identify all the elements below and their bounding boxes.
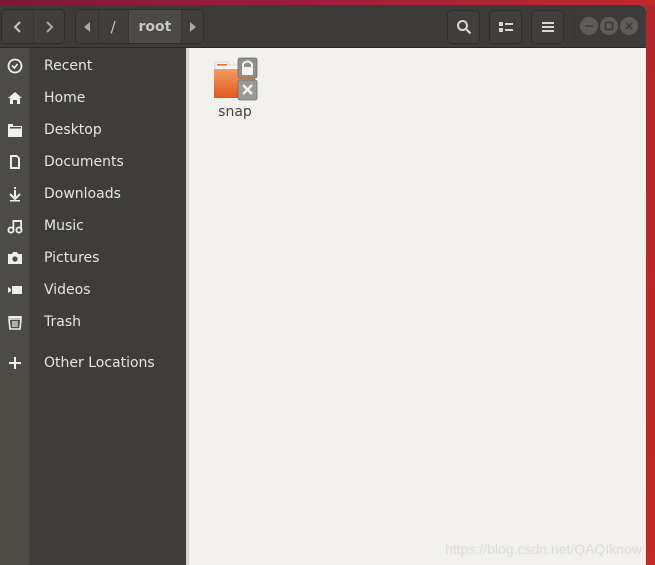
sidebar-item-pictures[interactable]: Pictures [0,242,188,274]
sidebar-item-home[interactable]: Home [0,82,188,114]
sidebar-item-label: Pictures [44,250,100,266]
sidebar-item-label: Documents [44,154,124,170]
list-view-icon [498,22,513,32]
chevron-left-icon [13,20,21,33]
headerbar-separator [574,13,575,41]
clock-icon [0,50,30,82]
sidebar-item-label: Other Locations [44,355,155,371]
file-view[interactable]: snap https://blog.csdn.net/QAQIknow [189,48,646,565]
sidebar-item-label: Recent [44,58,93,74]
music-icon [0,210,30,242]
hamburger-menu-icon [541,22,554,32]
navigation-buttons [1,9,65,44]
video-icon [0,274,30,306]
document-icon [0,146,30,178]
file-name: snap [218,104,252,120]
sidebar-item-label: Trash [44,314,81,330]
path-scroll-right-button[interactable] [181,10,203,43]
sidebar-item-other-locations[interactable]: Other Locations [0,347,188,379]
maximize-icon [604,21,614,31]
sidebar-item-recent[interactable]: Recent [0,50,188,82]
search-button[interactable] [447,10,480,44]
path-segment-root-dir[interactable]: / [97,10,128,43]
plus-icon [0,347,30,379]
view-toggle-button[interactable] [489,10,522,44]
minimize-button[interactable] [580,17,598,35]
sidebar-item-label: Home [44,90,86,106]
close-icon [625,22,633,30]
trash-icon [0,306,30,338]
headerbar: / root [0,5,646,48]
maximize-button[interactable] [600,17,618,35]
minimize-icon [585,25,593,27]
forward-button[interactable] [33,10,64,43]
sidebar-item-trash[interactable]: Trash [0,306,188,338]
close-button[interactable] [620,17,638,35]
sidebar-item-desktop[interactable]: Desktop [0,114,188,146]
file-manager-window: / root Recent Home Desktop Documents Dow… [0,5,646,565]
sidebar-item-label: Downloads [44,186,121,202]
search-icon [456,20,471,35]
watermark: https://blog.csdn.net/QAQIknow [445,541,642,557]
sidebar-item-downloads[interactable]: Downloads [0,178,188,210]
sidebar-item-music[interactable]: Music [0,210,188,242]
sidebar-item-label: Desktop [44,122,102,138]
chevron-right-icon [46,20,54,33]
menu-button[interactable] [531,10,564,44]
download-icon [0,178,30,210]
triangle-left-icon [83,21,90,32]
path-scroll-left-button[interactable] [76,10,98,43]
camera-icon [0,242,30,274]
sidebar-item-label: Videos [44,282,91,298]
path-bar: / root [75,9,204,44]
file-item-snap[interactable]: snap [211,56,259,120]
path-segment-root[interactable]: root [127,10,182,43]
sidebar-item-documents[interactable]: Documents [0,146,188,178]
folder-icon [0,114,30,146]
triangle-right-icon [189,21,196,32]
folder-locked-icon [214,57,258,101]
back-button[interactable] [2,10,33,43]
sidebar-item-videos[interactable]: Videos [0,274,188,306]
sidebar-item-label: Music [44,218,84,234]
sidebar: Recent Home Desktop Documents Downloads [0,48,188,565]
home-icon [0,82,30,114]
